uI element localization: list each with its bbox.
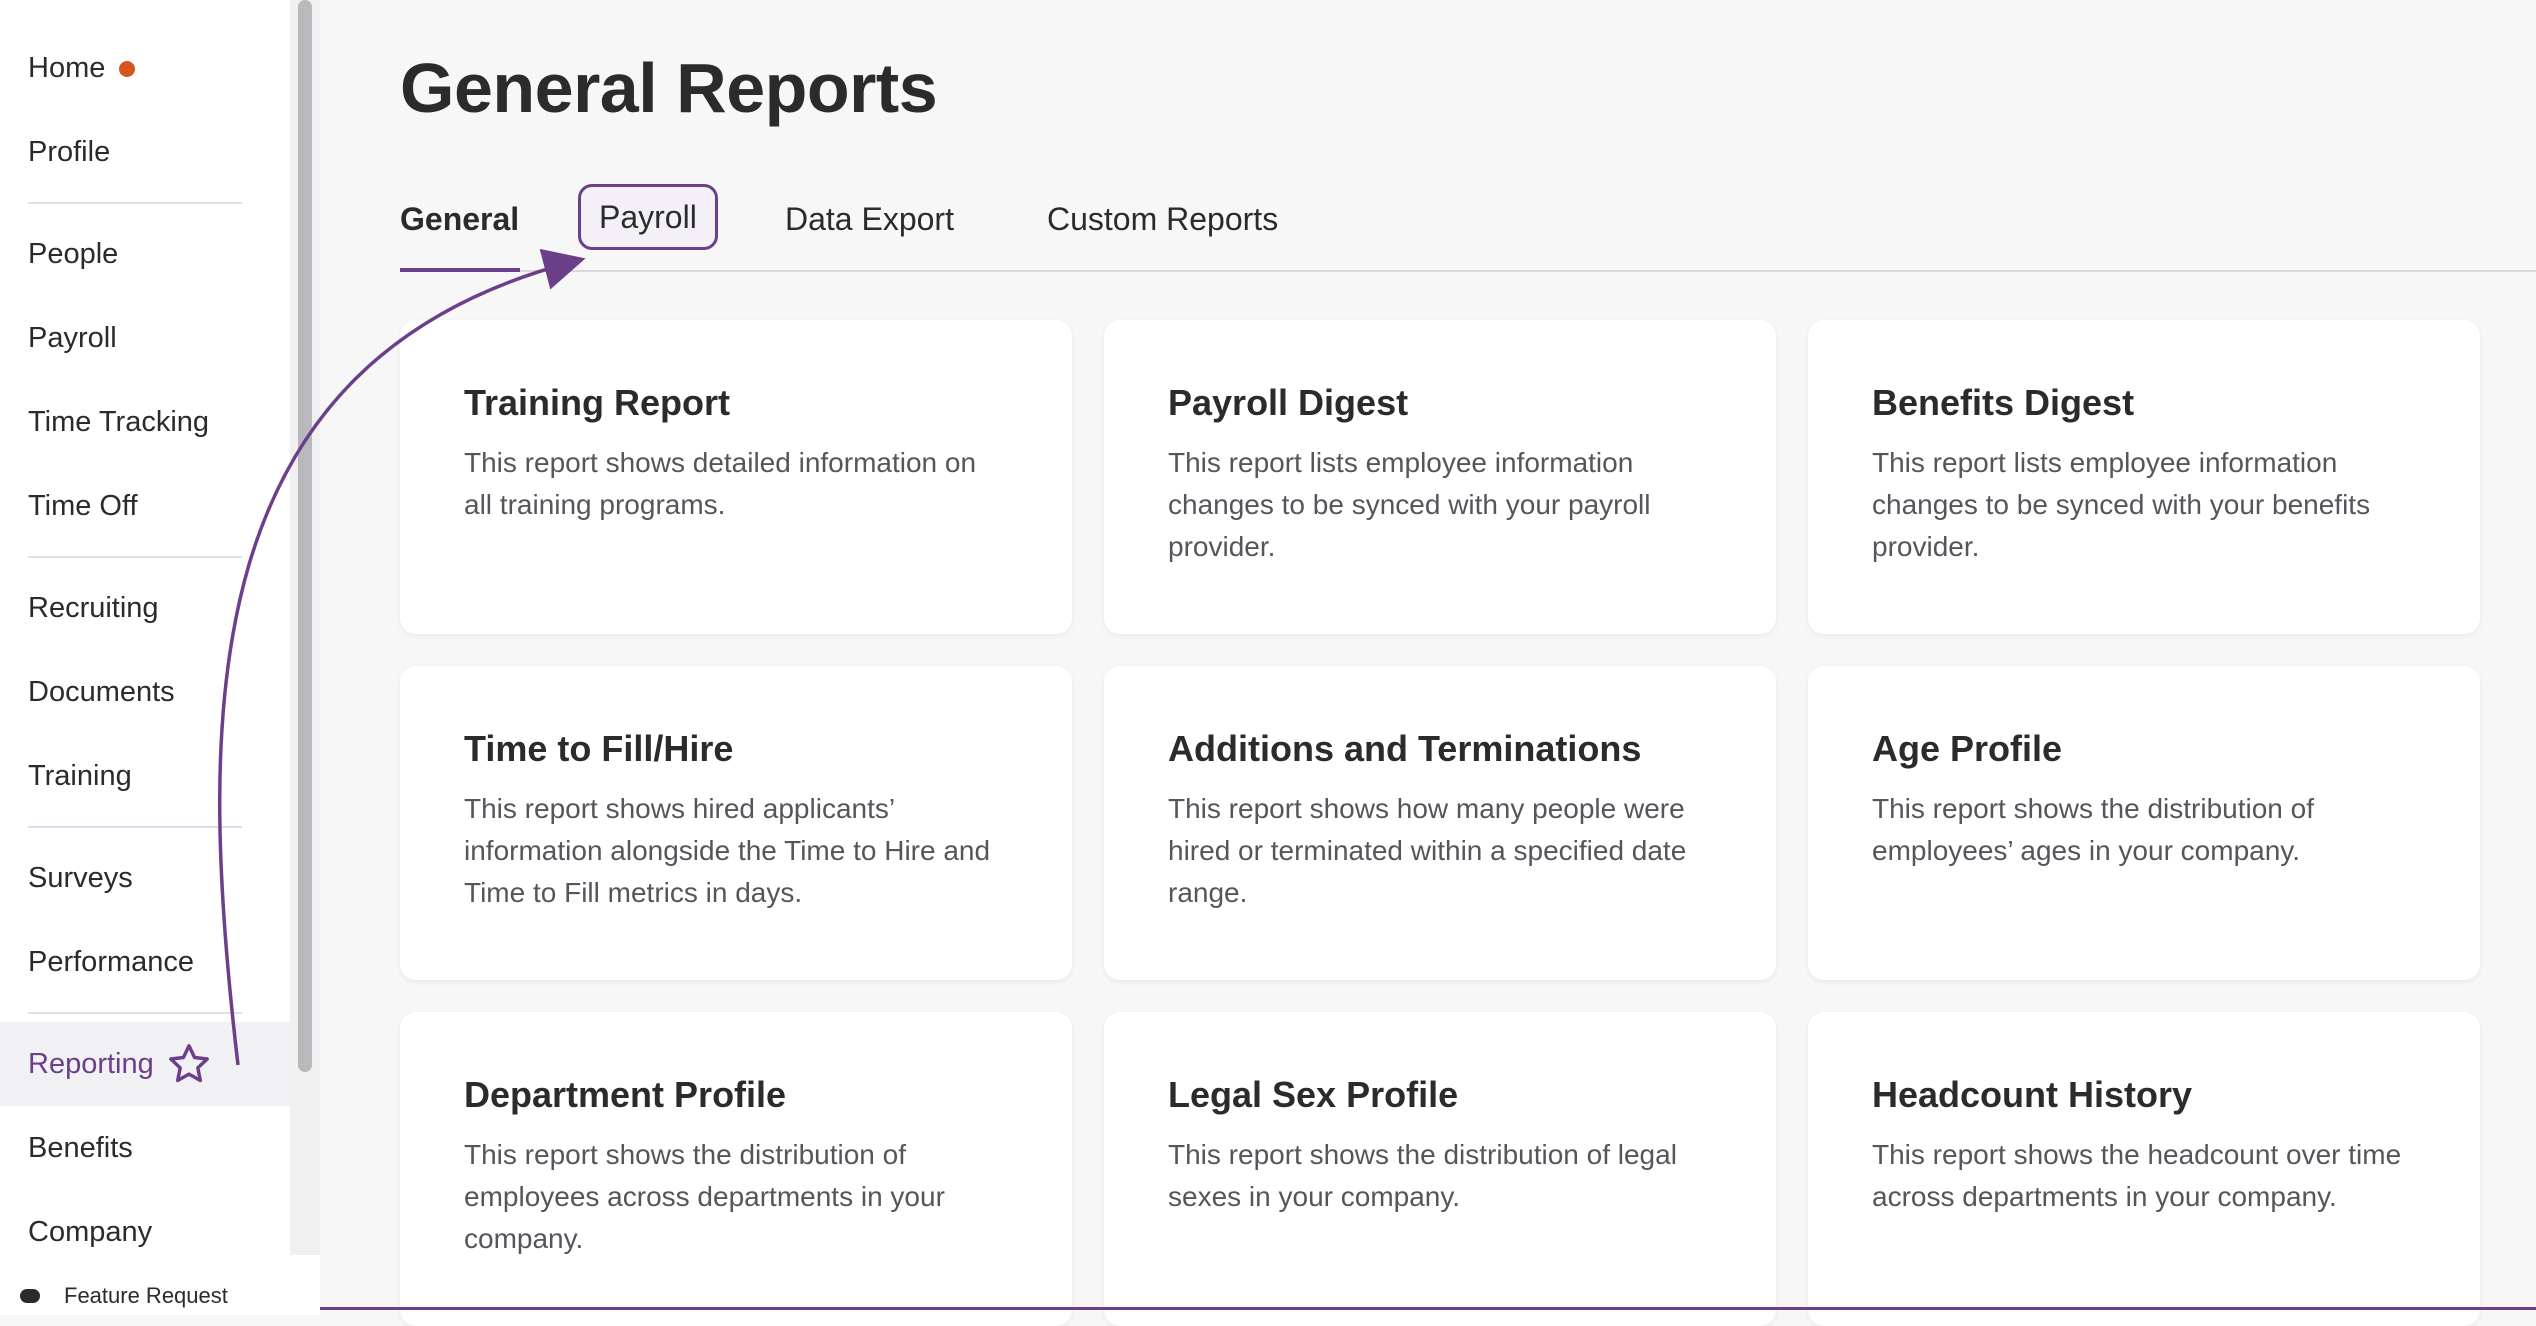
page-title: General Reports xyxy=(400,49,938,127)
tabs-divider xyxy=(400,270,2536,272)
tab-payroll[interactable]: Payroll xyxy=(578,184,718,250)
star-icon xyxy=(166,1041,212,1087)
sidebar-item-time-tracking[interactable]: Time Tracking xyxy=(0,380,290,464)
sidebar-item-training[interactable]: Training xyxy=(0,734,290,818)
sidebar-item-label: Benefits xyxy=(28,1131,133,1164)
feature-request-link[interactable]: Feature Request xyxy=(0,1255,320,1315)
sidebar-item-label: Home xyxy=(28,51,106,84)
sidebar-divider xyxy=(28,202,242,204)
sidebar-divider xyxy=(28,826,242,828)
report-card-benefits-digest[interactable]: Benefits Digest This report lists employ… xyxy=(1808,320,2480,634)
sidebar-scrollbar-thumb[interactable] xyxy=(298,0,312,1072)
card-description: This report shows the distribution of le… xyxy=(1168,1139,1677,1212)
report-tabs: General Payroll Data Export Custom Repor… xyxy=(400,170,2536,270)
tab-label: Data Export xyxy=(785,200,954,237)
tab-custom-reports[interactable]: Custom Reports xyxy=(1047,170,1278,268)
card-description: This report lists employee information c… xyxy=(1872,447,2371,562)
tab-general[interactable]: General xyxy=(400,170,519,268)
sidebar-item-reporting[interactable]: Reporting xyxy=(0,1022,290,1106)
sidebar-item-people[interactable]: People xyxy=(0,212,290,296)
card-description: This report shows how many people were h… xyxy=(1168,793,1687,908)
report-card-age-profile[interactable]: Age Profile This report shows the distri… xyxy=(1808,666,2480,980)
card-description: This report lists employee information c… xyxy=(1168,447,1651,562)
card-title: Age Profile xyxy=(1872,728,2063,769)
tab-label: Custom Reports xyxy=(1047,200,1279,237)
tab-data-export[interactable]: Data Export xyxy=(785,170,954,268)
sidebar-item-label: Payroll xyxy=(28,321,117,354)
sidebar-item-home[interactable]: Home xyxy=(0,26,290,110)
sidebar-item-label: People xyxy=(28,237,119,270)
sidebar-item-label: Reporting xyxy=(28,1047,154,1080)
sidebar-divider xyxy=(28,556,242,558)
tab-label: General xyxy=(400,200,520,237)
card-title: Department Profile xyxy=(464,1074,787,1115)
card-title: Payroll Digest xyxy=(1168,382,1409,423)
sidebar-item-performance[interactable]: Performance xyxy=(0,920,290,1004)
sidebar-item-profile[interactable]: Profile xyxy=(0,110,290,194)
report-card-payroll-digest[interactable]: Payroll Digest This report lists employe… xyxy=(1104,320,1776,634)
active-tab-indicator xyxy=(400,268,520,272)
sidebar-item-recruiting[interactable]: Recruiting xyxy=(0,566,290,650)
sidebar-item-label: Performance xyxy=(28,945,195,978)
card-title: Legal Sex Profile xyxy=(1168,1074,1459,1115)
report-card-additions-terminations[interactable]: Additions and Terminations This report s… xyxy=(1104,666,1776,980)
notification-dot-icon xyxy=(119,61,136,77)
card-title: Time to Fill/Hire xyxy=(464,728,734,769)
card-title: Training Report xyxy=(464,382,731,423)
chat-bubble-icon xyxy=(20,1289,40,1303)
tab-label: Payroll xyxy=(599,198,697,235)
card-description: This report shows detailed information o… xyxy=(464,447,977,520)
sidebar-item-payroll[interactable]: Payroll xyxy=(0,296,290,380)
sidebar-item-surveys[interactable]: Surveys xyxy=(0,836,290,920)
card-description: This report shows the distribution of em… xyxy=(1872,793,2314,866)
sidebar-item-benefits[interactable]: Benefits xyxy=(0,1106,290,1190)
sidebar-item-label: Recruiting xyxy=(28,591,159,624)
card-description: This report shows hired applicants’ info… xyxy=(464,793,991,908)
sidebar-item-label: Profile xyxy=(28,135,111,168)
sidebar-item-label: Time Tracking xyxy=(28,405,210,438)
feature-request-label: Feature Request xyxy=(64,1283,228,1308)
report-card-legal-sex-profile[interactable]: Legal Sex Profile This report shows the … xyxy=(1104,1012,1776,1326)
sidebar-item-label: Company xyxy=(28,1215,153,1248)
sidebar-item-label: Documents xyxy=(28,675,175,708)
sidebar-item-time-off[interactable]: Time Off xyxy=(0,464,290,548)
card-title: Headcount History xyxy=(1872,1074,2193,1115)
sidebar: Home Profile People Payroll Time Trackin… xyxy=(0,0,290,1310)
card-title: Benefits Digest xyxy=(1872,382,2135,423)
report-card-headcount-history[interactable]: Headcount History This report shows the … xyxy=(1808,1012,2480,1326)
report-card-time-to-fill-hire[interactable]: Time to Fill/Hire This report shows hire… xyxy=(400,666,1072,980)
sidebar-divider xyxy=(28,1012,242,1014)
sidebar-item-documents[interactable]: Documents xyxy=(0,650,290,734)
card-description: This report shows the distribution of em… xyxy=(464,1139,945,1254)
report-card-department-profile[interactable]: Department Profile This report shows the… xyxy=(400,1012,1072,1326)
sidebar-item-label: Time Off xyxy=(28,489,138,522)
card-title: Additions and Terminations xyxy=(1168,728,1642,769)
sidebar-item-label: Surveys xyxy=(28,861,133,894)
sidebar-item-label: Training xyxy=(28,759,132,792)
report-card-training-report[interactable]: Training Report This report shows detail… xyxy=(400,320,1072,634)
card-description: This report shows the headcount over tim… xyxy=(1872,1139,2402,1212)
